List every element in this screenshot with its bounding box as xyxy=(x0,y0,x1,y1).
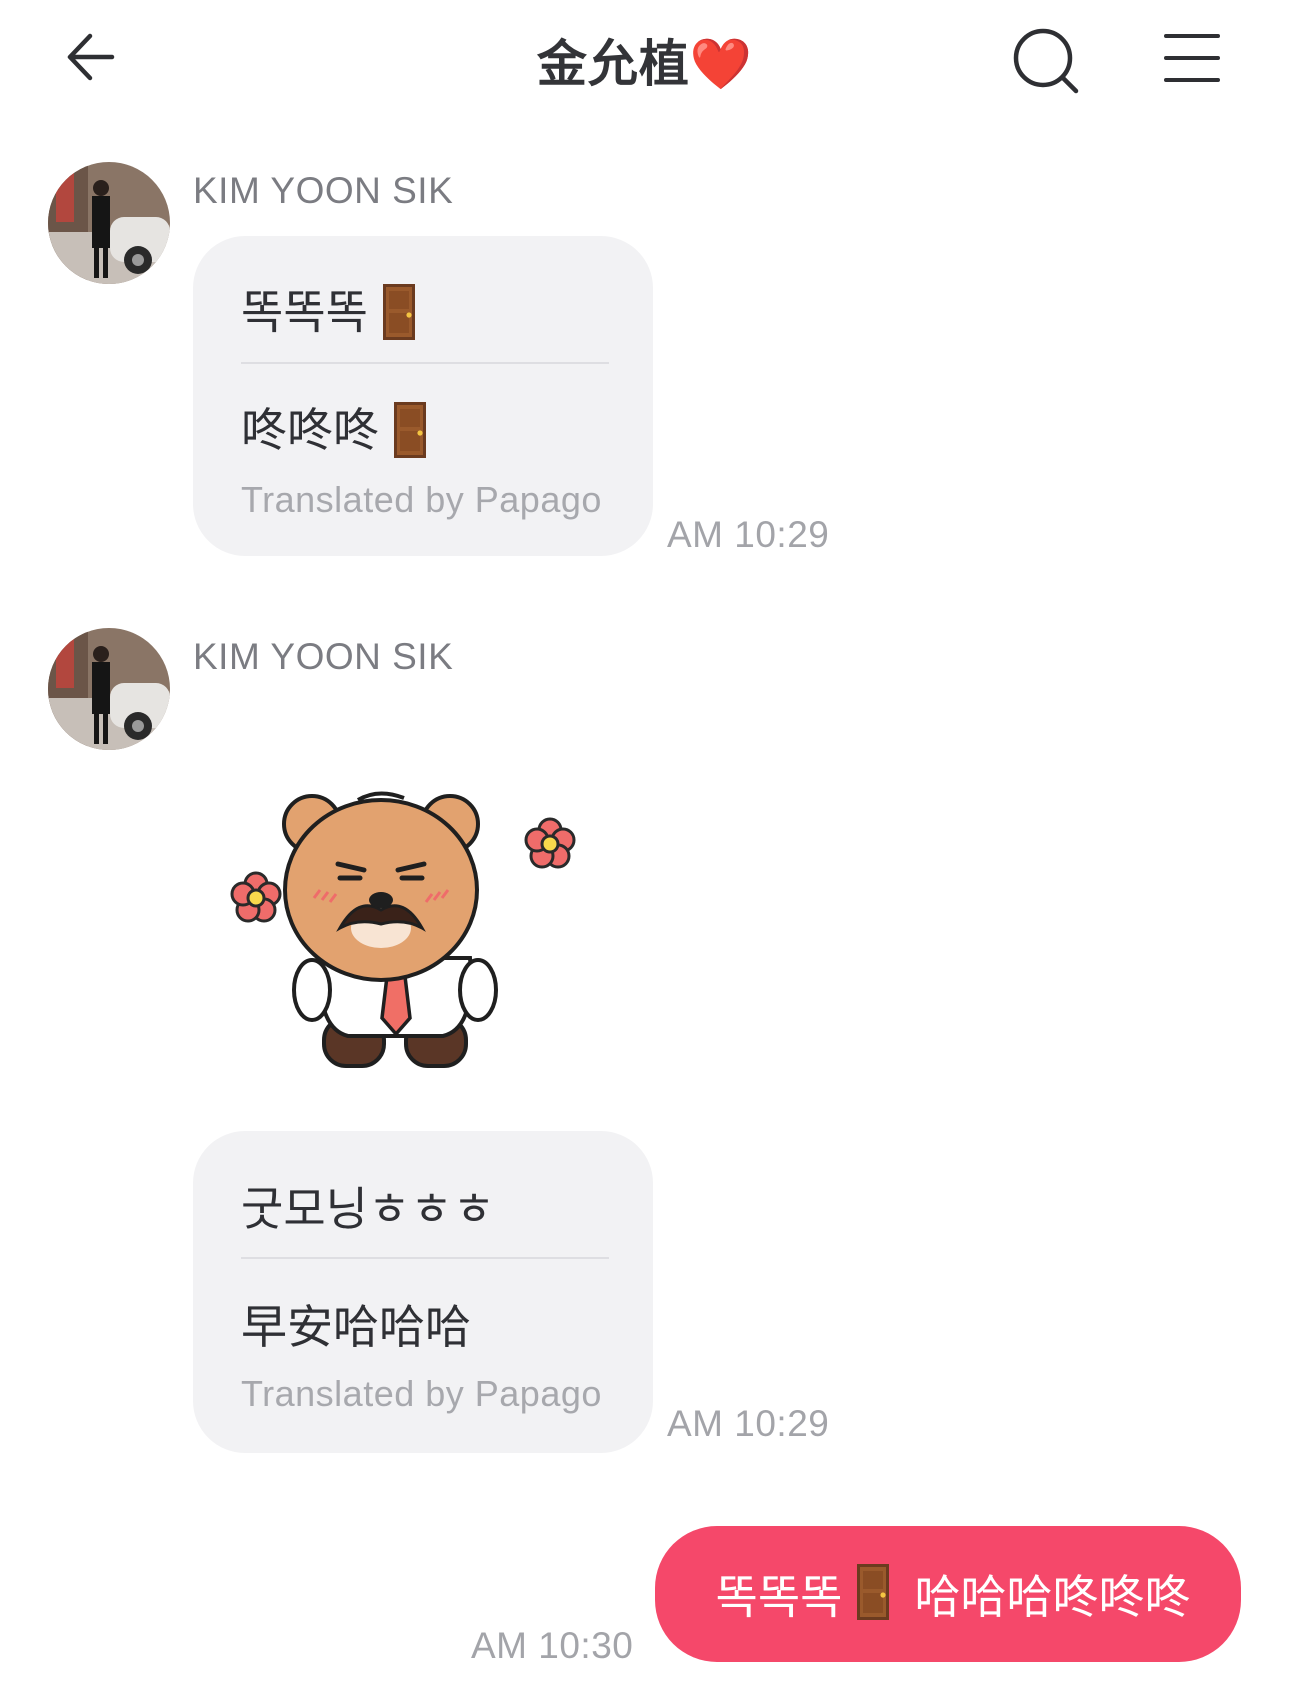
menu-icon[interactable] xyxy=(1162,28,1222,88)
chat-header: 金允植❤️ xyxy=(0,0,1290,120)
door-emoji-icon xyxy=(394,401,426,458)
chat-title-text: 金允植 xyxy=(536,36,690,92)
outgoing-text-after: 哈哈哈咚咚咚 xyxy=(914,1571,1191,1623)
outgoing-time: AM 10:30 xyxy=(471,1625,634,1666)
original-text: 똑똑똑 xyxy=(241,276,416,342)
sender-name: KIM YOON SIK xyxy=(193,636,454,677)
flower-left-icon xyxy=(230,871,282,923)
message-time: AM 10:29 xyxy=(667,514,830,555)
message-time: AM 10:29 xyxy=(667,1403,830,1444)
divider xyxy=(241,1257,609,1259)
translated-text: 早安哈哈哈 xyxy=(241,1301,471,1353)
message-bubble[interactable]: 굿모닝ㅎㅎㅎ 早安哈哈哈 Translated by Papago xyxy=(193,1131,653,1453)
translated-text: 咚咚咚 xyxy=(241,394,427,460)
divider xyxy=(241,362,609,364)
outgoing-message-bubble[interactable]: 똑똑똑 哈哈哈咚咚咚 xyxy=(655,1526,1241,1662)
heart-emoji-icon: ❤️ xyxy=(689,36,754,92)
message-bubble[interactable]: 똑똑똑 咚咚咚 Translated by Papago xyxy=(193,236,653,556)
sender-name: KIM YOON SIK xyxy=(193,170,454,211)
translated-by-label: Translated by Papago xyxy=(241,479,602,520)
search-icon[interactable] xyxy=(1010,25,1082,97)
mustache-bear-sticker[interactable] xyxy=(228,778,588,1078)
avatar[interactable] xyxy=(48,162,170,284)
chat-title: 金允植❤️ xyxy=(0,24,1290,96)
door-emoji-icon xyxy=(857,1564,890,1620)
flower-right-icon xyxy=(524,817,576,869)
original-text: 굿모닝ㅎㅎㅎ xyxy=(241,1183,495,1235)
original-text-content: 똑똑똑 xyxy=(241,286,368,338)
avatar[interactable] xyxy=(48,628,170,750)
translated-text-content: 咚咚咚 xyxy=(241,404,379,456)
outgoing-text-before: 똑똑똑 xyxy=(715,1571,843,1623)
translated-by-label: Translated by Papago xyxy=(241,1373,602,1414)
door-emoji-icon xyxy=(382,283,415,340)
